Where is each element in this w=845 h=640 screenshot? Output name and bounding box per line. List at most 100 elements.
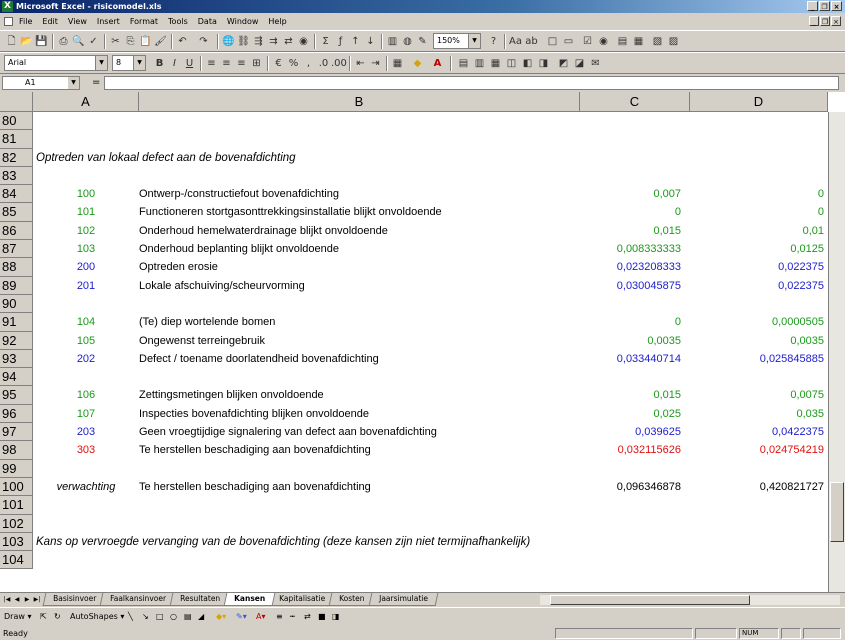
- zoom-combo[interactable]: 150% ▼: [433, 33, 481, 49]
- free-rotate-icon[interactable]: ↻: [54, 608, 61, 626]
- chart-icon-7[interactable]: ◩: [556, 56, 571, 71]
- cell-b[interactable]: [139, 295, 579, 313]
- redo-icon[interactable]: ↷: [196, 34, 211, 49]
- drawing-icon[interactable]: ✎: [415, 34, 430, 49]
- cell-c[interactable]: 0,030045875: [580, 277, 689, 295]
- cell-d[interactable]: 0,0125: [690, 240, 828, 258]
- cell-d[interactable]: 0,01: [690, 222, 828, 240]
- oval-icon[interactable]: ○: [170, 608, 177, 626]
- cell-b[interactable]: Functioneren stortgasonttrekkingsinstall…: [139, 203, 579, 221]
- cell-b[interactable]: Ontwerp-/constructiefout bovenafdichting: [139, 185, 579, 203]
- cell-b[interactable]: Te herstellen beschadiging aan bovenafdi…: [139, 478, 579, 496]
- chart-icon-9[interactable]: ✉: [588, 56, 603, 71]
- cell-d[interactable]: 0,0075: [690, 386, 828, 404]
- column-header-a[interactable]: A: [33, 92, 139, 112]
- cell-a[interactable]: 102: [34, 222, 138, 240]
- cell-c[interactable]: 0,025: [580, 405, 689, 423]
- tab-kapitalisatie[interactable]: Kapitalisatie: [268, 593, 336, 606]
- menu-edit[interactable]: Edit: [41, 13, 59, 30]
- row-header[interactable]: 82: [0, 148, 33, 167]
- cell-d[interactable]: 0,035: [690, 405, 828, 423]
- chart-icon-6[interactable]: ◨: [536, 56, 551, 71]
- cell-c[interactable]: [580, 515, 689, 533]
- groupbox-control-icon[interactable]: □: [545, 34, 560, 49]
- row-header[interactable]: 81: [0, 130, 33, 149]
- select-all-corner[interactable]: [0, 92, 33, 112]
- scroll-thumb[interactable]: [830, 482, 844, 542]
- cell-c[interactable]: 0,007: [580, 185, 689, 203]
- name-box[interactable]: A1 ▼: [2, 76, 80, 90]
- cell-d[interactable]: 0,022375: [690, 258, 828, 276]
- cell-c[interactable]: [580, 295, 689, 313]
- hyperlink-icon[interactable]: 🌐: [221, 34, 236, 49]
- align-center-icon[interactable]: ≡: [219, 56, 234, 71]
- cell-d[interactable]: [690, 295, 828, 313]
- menu-format[interactable]: Format: [129, 13, 159, 30]
- cell-d[interactable]: 0: [690, 203, 828, 221]
- cell-d[interactable]: 0,024754219: [690, 441, 828, 459]
- chevron-down-icon[interactable]: ▼: [133, 56, 145, 70]
- cell-a[interactable]: 106: [34, 386, 138, 404]
- autosum-icon[interactable]: Σ: [318, 34, 333, 49]
- cell-a[interactable]: 105: [34, 332, 138, 350]
- tab-jaarsimulatie[interactable]: Jaarsimulatie: [368, 593, 439, 606]
- menu-view[interactable]: View: [67, 13, 88, 30]
- currency-icon[interactable]: €: [271, 56, 286, 71]
- row-header[interactable]: 92: [0, 331, 33, 350]
- last-sheet-icon[interactable]: ▶|: [32, 594, 42, 605]
- row-header[interactable]: 100: [0, 477, 33, 497]
- wordart-icon[interactable]: ◢: [198, 608, 204, 626]
- chart-icon-1[interactable]: ▤: [456, 56, 471, 71]
- percent-icon[interactable]: %: [286, 56, 301, 71]
- cell-b[interactable]: Onderhoud hemelwaterdrainage blijkt onvo…: [139, 222, 579, 240]
- line-color-icon[interactable]: ✎▾: [236, 608, 247, 626]
- menu-data[interactable]: Data: [197, 13, 218, 30]
- cell-d[interactable]: [690, 130, 828, 148]
- spelling-icon[interactable]: ✓: [86, 34, 101, 49]
- function-icon[interactable]: ƒ: [333, 34, 348, 49]
- combobox-control-icon[interactable]: ▦: [631, 34, 646, 49]
- row-header[interactable]: 97: [0, 423, 33, 442]
- web-toolbar-icon[interactable]: ⛓: [236, 34, 251, 49]
- row-header[interactable]: 91: [0, 313, 33, 332]
- row-header[interactable]: 101: [0, 496, 33, 515]
- cell-b[interactable]: Onderhoud beplanting blijkt onvoldoende: [139, 240, 579, 258]
- row-header[interactable]: 86: [0, 221, 33, 241]
- cell-b[interactable]: [139, 112, 579, 130]
- cell-c[interactable]: 0,023208333: [580, 258, 689, 276]
- tab-kansen[interactable]: Kansen: [223, 593, 276, 606]
- textbox-icon[interactable]: ▤: [184, 608, 192, 626]
- bold-icon[interactable]: B: [152, 56, 167, 71]
- cell-d[interactable]: 0,0000505: [690, 313, 828, 331]
- chevron-down-icon[interactable]: ▼: [468, 34, 480, 48]
- row-header[interactable]: 96: [0, 404, 33, 424]
- dash-style-icon[interactable]: ┅: [290, 608, 295, 626]
- map-icon[interactable]: ◍: [400, 34, 415, 49]
- cell-b[interactable]: Inspecties bovenafdichting blijken onvol…: [139, 405, 579, 423]
- menu-help[interactable]: Help: [267, 13, 287, 30]
- cell-c[interactable]: 0,096346878: [580, 478, 689, 496]
- cell-a[interactable]: 100: [34, 185, 138, 203]
- fill-color-draw-icon[interactable]: ◆▾: [216, 608, 226, 626]
- row-header[interactable]: 80: [0, 112, 33, 131]
- cell-a[interactable]: 203: [34, 423, 138, 441]
- cell-b[interactable]: Defect / toename doorlatendheid bovenafd…: [139, 350, 579, 368]
- font-color-draw-icon[interactable]: A▾: [256, 608, 266, 626]
- prev-sheet-icon[interactable]: ◀: [12, 594, 22, 605]
- cell-c[interactable]: [580, 167, 689, 185]
- row-header[interactable]: 95: [0, 386, 33, 405]
- hscroll-thumb[interactable]: [550, 595, 750, 605]
- checkbox-control-icon[interactable]: ☑: [580, 34, 595, 49]
- chart-icon-8[interactable]: ◪: [572, 56, 587, 71]
- sort-descending-icon[interactable]: ↓: [363, 34, 378, 49]
- decrease-indent-icon[interactable]: ⇤: [353, 56, 368, 71]
- menu-file[interactable]: File: [18, 13, 33, 30]
- row-header[interactable]: 94: [0, 368, 33, 387]
- cell-a[interactable]: [34, 167, 138, 185]
- cell-d[interactable]: 0,0422375: [690, 423, 828, 441]
- chart-wizard-icon[interactable]: ▥: [385, 34, 400, 49]
- cell-a[interactable]: 202: [34, 350, 138, 368]
- cell-d[interactable]: [690, 515, 828, 533]
- tab-faalkansinvoer[interactable]: Faalkansinvoer: [99, 593, 177, 606]
- tab-basisinvoer[interactable]: Basisinvoer: [42, 593, 107, 606]
